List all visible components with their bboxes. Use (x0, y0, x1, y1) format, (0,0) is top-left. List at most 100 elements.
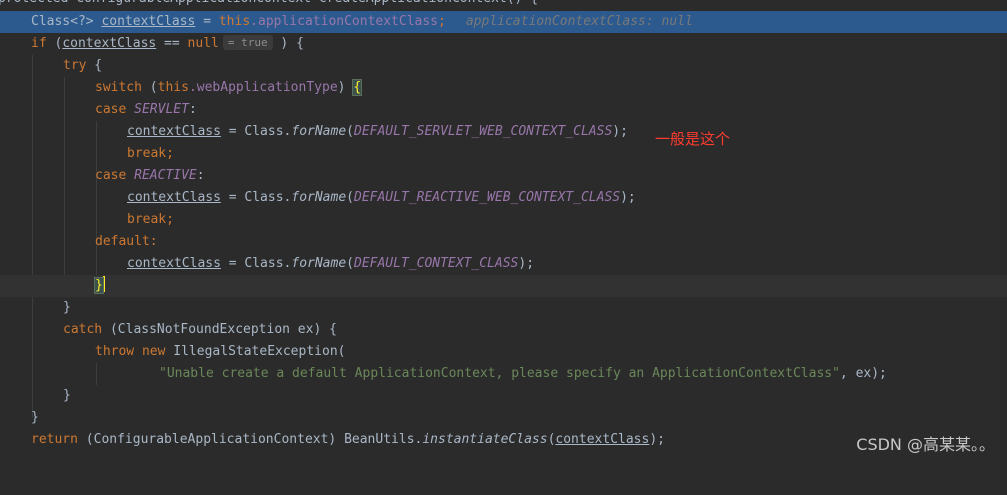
keyword-token: try (63, 58, 87, 73)
operator-token: = Class. (220, 190, 292, 205)
paren-token: ( (346, 124, 354, 139)
method-token: forName (291, 124, 347, 139)
constant-token: DEFAULT_REACTIVE_WEB_CONTEXT_CLASS (354, 190, 621, 205)
paren-token: ( (346, 256, 354, 271)
colon-token: : (188, 102, 197, 117)
code-line[interactable]: switch (this.webApplicationType) { (0, 77, 1007, 99)
colon-token: : (196, 168, 205, 183)
enum-constant-token: REACTIVE (134, 168, 197, 183)
paren-token: ); (620, 190, 636, 205)
code-line[interactable]: try { (0, 55, 1007, 77)
code-line[interactable]: case SERVLET: (0, 99, 1007, 121)
code-line-content: contextClass = Class.forName(DEFAULT_REA… (127, 187, 636, 209)
argument-token: , ex); (839, 366, 887, 381)
paren-token: ( (141, 80, 158, 95)
keyword-token: if (31, 36, 47, 51)
break-statement: break; (127, 146, 174, 161)
code-line[interactable]: break; (0, 209, 1007, 231)
constructor-token: IllegalStateException( (165, 344, 346, 359)
operator-token: = (195, 14, 219, 29)
inlay-value-hint: = true (222, 35, 273, 50)
keyword-token: this (157, 80, 189, 95)
code-line[interactable]: case REACTIVE: (0, 165, 1007, 187)
matched-brace: { (352, 79, 363, 96)
keyword-token: throw (95, 344, 135, 359)
keyword-token: switch (95, 80, 142, 95)
constant-token: DEFAULT_CONTEXT_CLASS (354, 256, 519, 271)
matched-brace: } (94, 277, 104, 294)
code-line[interactable]: protected ConfigurableApplicationContext… (0, 0, 1007, 10)
code-line-content: } (94, 275, 105, 297)
method-token: instantiateClass (422, 432, 548, 447)
break-statement: break; (127, 212, 174, 227)
code-line[interactable]: throw new IllegalStateException( (0, 341, 1007, 363)
operator-token: == (156, 36, 188, 51)
enum-constant-token: SERVLET (134, 102, 189, 117)
string-literal: "Unable create a default ApplicationCont… (159, 366, 840, 381)
watermark: CSDN @高某某。。 (856, 435, 995, 454)
code-line[interactable]: break; (0, 143, 1007, 165)
code-line-content: throw new IllegalStateException( (95, 341, 345, 363)
code-line[interactable]: catch (ClassNotFoundException ex) { (0, 319, 1007, 341)
code-line-content: case SERVLET: (95, 99, 197, 121)
brace-token: } (63, 300, 71, 315)
code-line[interactable]: if (contextClass == null = true ) { (0, 33, 1007, 55)
code-line-content: switch (this.webApplicationType) { (95, 77, 363, 99)
method-token: forName (291, 256, 347, 271)
variable-token: contextClass (127, 190, 221, 205)
code-line-content: try { (63, 55, 102, 77)
paren-token: ) (337, 80, 354, 95)
keyword-token: case (95, 102, 127, 117)
code-line-content: contextClass = Class.forName(DEFAULT_CON… (127, 253, 534, 275)
code-line-execution-point[interactable]: Class<?> contextClass = this.application… (0, 11, 1007, 33)
field-token: .applicationContextClass (250, 14, 439, 29)
variable-token: contextClass (127, 256, 221, 271)
operator-token: = Class. (220, 124, 292, 139)
code-line[interactable]: } (0, 407, 1007, 429)
paren-token: ); (649, 432, 665, 447)
method-token: forName (291, 190, 347, 205)
code-line-content: contextClass = Class.forName(DEFAULT_SER… (127, 121, 628, 143)
paren-token: ) { (272, 36, 304, 51)
code-line[interactable]: contextClass = Class.forName(DEFAULT_CON… (0, 253, 1007, 275)
semicolon-token: ; (438, 14, 446, 29)
code-line-content: Class<?> contextClass = this.application… (31, 11, 693, 33)
variable-token: contextClass (101, 14, 196, 29)
code-line-caret[interactable]: } (0, 275, 1007, 297)
brace-token: } (63, 388, 71, 403)
debug-value-hint: applicationContextClass: null (465, 14, 693, 29)
paren-token: ( (46, 36, 63, 51)
code-line[interactable]: } (0, 297, 1007, 319)
field-token: .webApplicationType (188, 80, 338, 95)
keyword-token: new (141, 344, 166, 359)
code-line-content: if (contextClass == null = true ) { (31, 33, 304, 55)
code-line[interactable]: contextClass = Class.forName(DEFAULT_SER… (0, 121, 1007, 143)
variable-token: contextClass (62, 36, 157, 51)
text-cursor (102, 276, 105, 292)
code-line[interactable]: "Unable create a default ApplicationCont… (0, 363, 1007, 385)
code-line-content: return (ConfigurableApplicationContext) … (31, 429, 665, 451)
type-token: Class<?> (31, 14, 102, 29)
code-line[interactable]: contextClass = Class.forName(DEFAULT_REA… (0, 187, 1007, 209)
constant-token: DEFAULT_SERVLET_WEB_CONTEXT_CLASS (354, 124, 613, 139)
code-line[interactable]: default: (0, 231, 1007, 253)
code-line[interactable]: } (0, 385, 1007, 407)
paren-token: ); (612, 124, 628, 139)
keyword-token: catch (63, 322, 103, 337)
variable-token: contextClass (555, 432, 650, 447)
method-signature: protected ConfigurableApplicationContext… (0, 0, 538, 10)
code-line-content: catch (ClassNotFoundException ex) { (63, 319, 337, 341)
brace-token: } (31, 410, 39, 425)
paren-token: ( (346, 190, 354, 205)
variable-token: contextClass (127, 124, 221, 139)
operator-token: = Class. (220, 256, 292, 271)
default-label: default: (95, 234, 158, 249)
annotation-note: 一般是这个 (655, 130, 731, 148)
cast-token: (ConfigurableApplicationContext) BeanUti… (77, 432, 423, 447)
catch-clause-token: (ClassNotFoundException ex) { (102, 322, 337, 337)
paren-token: ); (518, 256, 535, 271)
code-editor[interactable]: protected ConfigurableApplicationContext… (0, 0, 1007, 463)
brace-token: { (86, 58, 103, 73)
code-line-content: case REACTIVE: (95, 165, 205, 187)
keyword-token: this (218, 14, 251, 29)
